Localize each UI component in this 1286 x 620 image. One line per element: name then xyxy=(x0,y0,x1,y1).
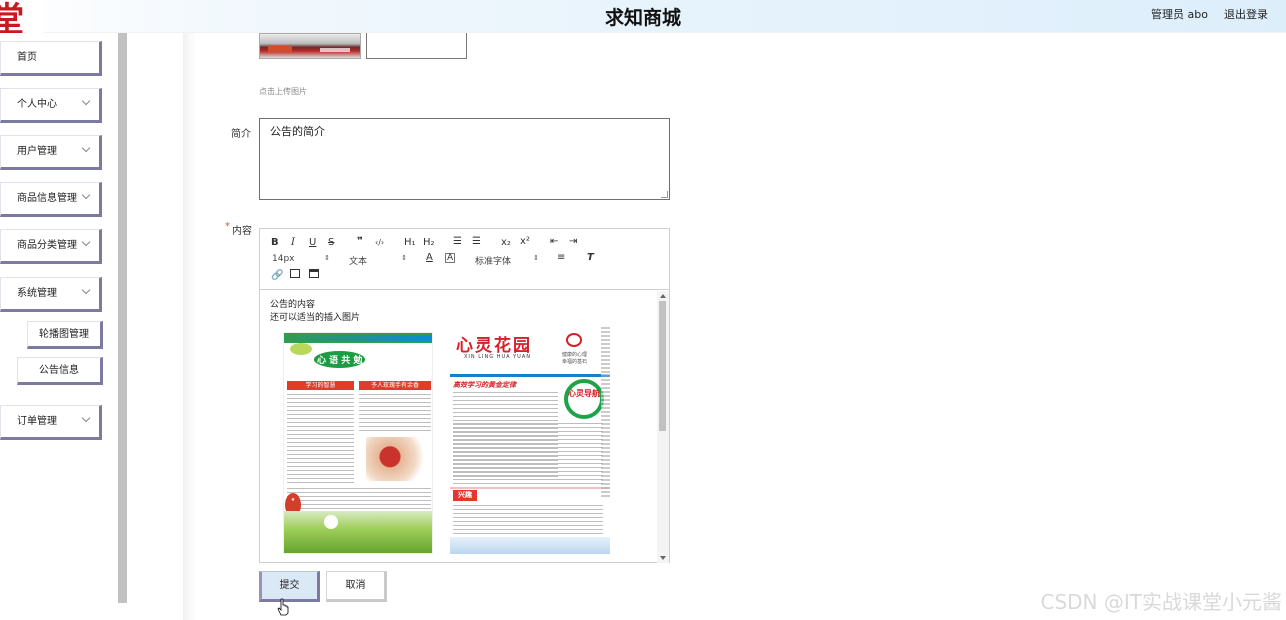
font-size-value: 14px xyxy=(272,254,295,264)
block-format-select[interactable]: 文本 ⇕ xyxy=(349,254,407,267)
intro-value: 公告的简介 xyxy=(270,125,325,138)
required-mark: * xyxy=(225,221,230,232)
newsletter-pinyin: XIN LING HUA YUAN xyxy=(464,354,531,360)
font-color-button[interactable]: A xyxy=(426,253,433,263)
slogan-line-2: 幸福的基石 xyxy=(562,359,588,365)
clear-format-icon[interactable]: T xyxy=(587,253,594,263)
logo: 堂 xyxy=(0,0,44,33)
rich-text-editor[interactable]: B I U S ❞ ‹/› H₁ H₂ ☰ ☰ x₂ x² ⇤ ⇥ 14px ⇕ … xyxy=(259,228,670,563)
logout-link[interactable]: 退出登录 xyxy=(1224,6,1268,22)
blockquote-button[interactable]: ❞ xyxy=(357,237,363,247)
newsletter-subheading: 高效学习的黄金定律 xyxy=(453,381,516,389)
sidebar-item-label: 用户管理 xyxy=(17,146,57,157)
editor-toolbar: B I U S ❞ ‹/› H₁ H₂ ☰ ☰ x₂ x² ⇤ ⇥ 14px ⇕ … xyxy=(260,229,669,290)
uploaded-image-thumbnail[interactable] xyxy=(259,33,361,59)
block-format-value: 文本 xyxy=(349,257,368,267)
cancel-button[interactable]: 取消 xyxy=(326,571,387,602)
bold-button[interactable]: B xyxy=(271,238,279,248)
hand-cursor-icon xyxy=(277,598,289,616)
code-block-button[interactable]: ‹/› xyxy=(375,238,384,248)
upload-hint: 点击上传图片 xyxy=(259,87,307,96)
sidebar-item-label: 首页 xyxy=(17,52,37,63)
sidebar-item-product-category[interactable]: 商品分类管理 xyxy=(0,229,102,264)
sidebar-item-system[interactable]: 系统管理 xyxy=(0,277,102,312)
interest-tag: 兴趣 xyxy=(453,490,477,501)
editor-scrollbar[interactable] xyxy=(657,291,669,563)
font-family-select[interactable]: 标准字体 ⇕ xyxy=(475,254,539,267)
sidebar-item-label: 个人中心 xyxy=(17,99,57,110)
column2-heading: 予人玫瑰手有余香 xyxy=(359,381,431,390)
inserted-image-newsletter-2[interactable]: 心灵花园 XIN LING HUA YUAN 健康的心理 幸福的基石 高效学习的… xyxy=(450,327,610,554)
sidebar-subitem-announcement[interactable]: 公告信息 xyxy=(17,357,103,385)
sidebar-item-label: 系统管理 xyxy=(17,288,57,299)
sidebar-item-label: 订单管理 xyxy=(17,416,57,427)
chevron-down-icon xyxy=(81,190,91,200)
sidebar-subitem-label: 轮播图管理 xyxy=(39,329,89,340)
chevron-down-icon xyxy=(81,285,91,295)
sidebar-item-label: 商品信息管理 xyxy=(17,193,77,204)
newsletter-masthead: 心 语 共 勉 xyxy=(314,351,404,368)
sidebar-subitem-carousel[interactable]: 轮播图管理 xyxy=(27,321,103,349)
user-info: 管理员 abo xyxy=(1151,8,1208,21)
video-icon[interactable] xyxy=(309,269,319,278)
updown-icon: ⇕ xyxy=(324,254,330,262)
sidebar-item-product-info[interactable]: 商品信息管理 xyxy=(0,182,102,217)
scroll-down-icon[interactable] xyxy=(660,556,666,560)
indent-button[interactable]: ⇥ xyxy=(569,237,577,247)
chevron-down-icon xyxy=(81,237,91,247)
logo-glyph: 堂 xyxy=(0,0,24,33)
heading1-button[interactable]: H₁ xyxy=(404,238,416,248)
updown-icon: ⇕ xyxy=(401,254,407,262)
newsletter-badge: 心灵导航 xyxy=(564,379,604,419)
chevron-down-icon xyxy=(81,413,91,423)
sidebar-item-label: 商品分类管理 xyxy=(17,240,77,251)
strike-button[interactable]: S xyxy=(328,238,334,248)
scroll-thumb[interactable] xyxy=(659,301,666,431)
column1-heading: 学习的智慧 xyxy=(287,381,354,390)
intro-textarea[interactable]: 公告的简介 xyxy=(259,118,670,200)
outdent-button[interactable]: ⇤ xyxy=(550,237,558,247)
sidebar-subitem-label: 公告信息 xyxy=(39,365,79,376)
italic-button[interactable]: I xyxy=(291,238,295,248)
sidebar-item-user-management[interactable]: 用户管理 xyxy=(0,135,102,170)
content-label: 内容 xyxy=(232,226,252,237)
watermark: CSDN @IT实战课堂小元酱 xyxy=(1040,590,1283,614)
resize-handle-icon[interactable] xyxy=(661,191,668,198)
content-line: 还可以适当的插入图片 xyxy=(270,313,361,323)
underline-button[interactable]: U xyxy=(309,238,316,248)
sidebar-item-personal-center[interactable]: 个人中心 xyxy=(0,88,102,123)
top-header: 堂 求知商城 管理员 abo 退出登录 xyxy=(0,0,1286,33)
subscript-button[interactable]: x₂ xyxy=(501,238,511,248)
newsletter-title: 心灵花园 xyxy=(456,336,532,356)
link-icon[interactable]: 🔗 xyxy=(271,271,283,281)
bullet-list-button[interactable]: ☰ xyxy=(472,237,481,247)
intro-label: 简介 xyxy=(231,129,251,140)
slogan-line-1: 健康的心理 xyxy=(562,352,588,358)
content-gutter-shade xyxy=(183,33,197,620)
superscript-button[interactable]: x² xyxy=(520,237,530,247)
heading2-button[interactable]: H₂ xyxy=(423,238,435,248)
sidebar-item-home[interactable]: 首页 xyxy=(0,41,102,76)
sidebar: 首页 个人中心 用户管理 商品信息管理 商品分类管理 系统管理 轮播图管理 公告… xyxy=(0,33,118,620)
inserted-image-newsletter-1[interactable]: 心 语 共 勉 学习的智慧 予人玫瑰手有余香 ★ xyxy=(283,332,433,554)
app-title: 求知商城 xyxy=(604,7,681,29)
editor-content[interactable]: 公告的内容 还可以适当的插入图片 心 语 共 勉 学习的智慧 予人玫瑰手有余香 … xyxy=(260,291,656,563)
chevron-down-icon xyxy=(81,96,91,106)
content-line: 公告的内容 xyxy=(270,300,316,310)
font-size-select[interactable]: 14px ⇕ xyxy=(272,254,330,264)
upload-image-box[interactable] xyxy=(366,33,467,59)
sidebar-item-orders[interactable]: 订单管理 xyxy=(0,405,102,440)
image-icon[interactable] xyxy=(290,269,300,278)
scroll-up-icon[interactable] xyxy=(660,294,666,298)
chevron-down-icon xyxy=(81,143,91,153)
font-family-value: 标准字体 xyxy=(475,257,512,267)
updown-icon: ⇕ xyxy=(533,254,539,262)
content-gutter xyxy=(127,33,183,620)
align-button[interactable]: ≡ xyxy=(557,253,565,263)
ordered-list-button[interactable]: ☰ xyxy=(453,237,462,247)
background-color-button[interactable]: A xyxy=(445,253,456,263)
sidebar-scrollbar[interactable] xyxy=(118,33,127,603)
submit-button[interactable]: 提交 xyxy=(259,571,320,602)
